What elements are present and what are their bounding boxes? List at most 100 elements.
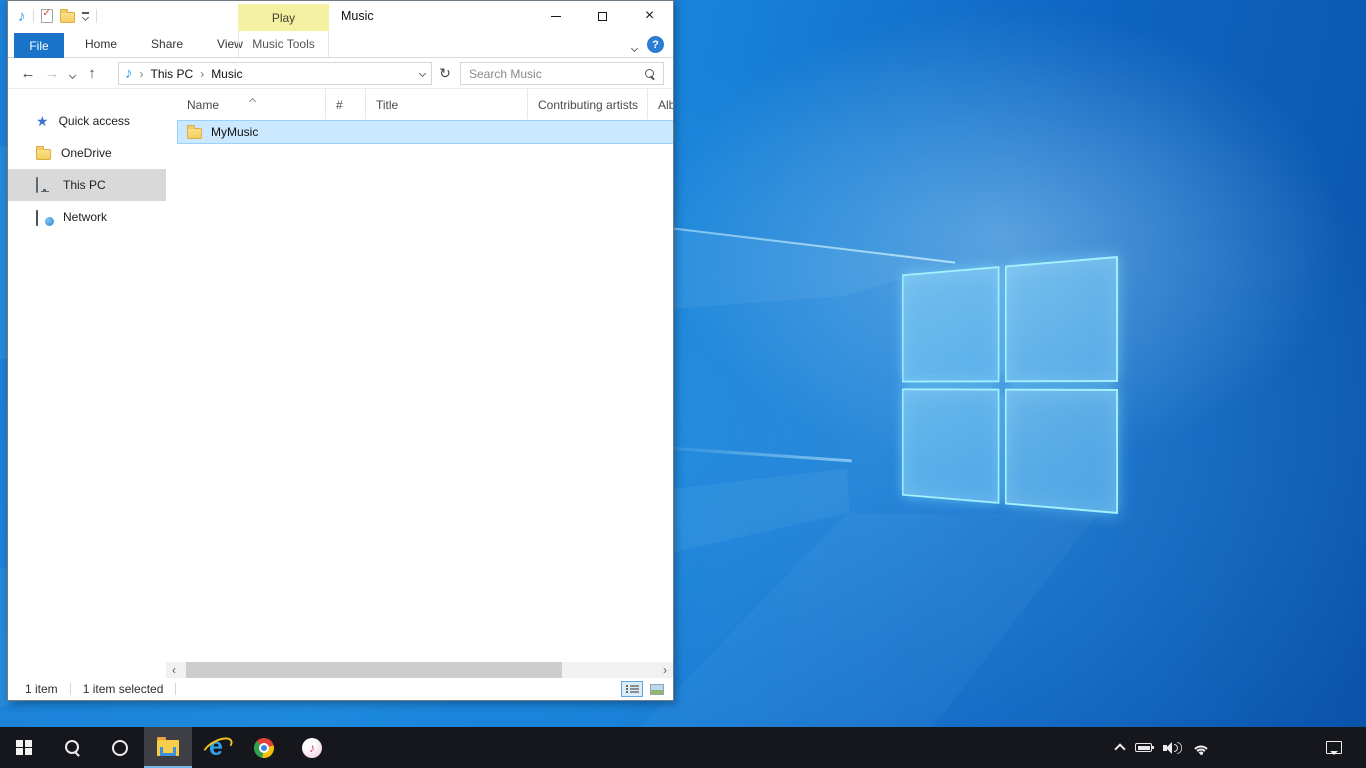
tab-play[interactable]: Play [238,4,329,31]
folder-icon [187,128,202,139]
breadcrumb-this-pc[interactable]: This PC [151,67,194,81]
tab-share[interactable]: Share [134,31,200,57]
windows-logo-pane [902,266,999,382]
wifi-icon[interactable] [1192,741,1210,755]
sidebar-item-label: Quick access [59,114,130,128]
tab-home[interactable]: Home [68,31,134,57]
close-button[interactable]: × [626,1,673,31]
taskbar: e ♪ [0,727,1366,768]
horizontal-scrollbar[interactable]: ‹ › [166,662,673,678]
up-button[interactable]: ↑ [80,66,104,81]
address-bar[interactable]: ♪ › This PC › Music [118,62,432,85]
chevron-right-icon: › [200,67,204,81]
file-row-mymusic[interactable]: MyMusic [177,120,673,144]
refresh-button[interactable]: ↻ [436,62,454,85]
action-center-button[interactable] [1314,727,1354,768]
search-input[interactable] [469,67,639,81]
search-icon [65,740,80,755]
minimize-button[interactable] [532,1,579,31]
address-bar-row: ← → ↑ ♪ › This PC › Music ↻ [8,58,673,89]
computer-monitor-icon [36,178,53,192]
sidebar-item-network[interactable]: Network [8,201,166,233]
properties-button[interactable]: ✓ [41,9,53,23]
navigation-buttons: ← → ↑ [16,58,104,89]
file-explorer-taskbar-button[interactable] [144,727,192,768]
sidebar-item-label: OneDrive [61,146,112,160]
ribbon-tab-row: File Home Share View Music Tools ? [8,31,673,58]
thumbnails-view-button[interactable] [646,681,668,697]
desktop: ♪ ✓ Play Music × File Home Share View [0,0,1366,768]
chevron-down-icon [68,71,75,78]
title-bar: ♪ ✓ Play Music × [8,1,673,31]
itunes-taskbar-button[interactable]: ♪ [288,727,336,768]
details-view-button[interactable] [621,681,643,697]
sidebar-item-this-pc[interactable]: This PC [8,169,166,201]
scroll-left-arrow[interactable]: ‹ [166,662,182,678]
column-header-name[interactable]: Name [177,89,326,119]
sidebar-item-onedrive[interactable]: OneDrive [8,137,166,169]
music-note-icon: ♪ [309,741,315,755]
selection-status: 1 item selected [83,682,164,696]
toolbar-separator [96,9,97,23]
tab-file[interactable]: File [14,33,64,58]
chrome-icon [254,738,274,758]
recent-locations-button[interactable] [64,67,80,81]
explorer-window: ♪ ✓ Play Music × File Home Share View [7,0,674,701]
sidebar-item-quick-access[interactable]: ★ Quick access [8,105,166,137]
column-header-contributing-artists[interactable]: Contributing artists [528,89,648,119]
windows-logo-pane [1005,388,1118,514]
sidebar-item-label: This PC [63,178,106,192]
file-explorer-icon [157,740,179,756]
breadcrumb-music[interactable]: Music [211,67,242,81]
windows-start-icon [16,740,32,756]
taskbar-search-button[interactable] [48,727,96,768]
quick-access-toolbar: ♪ ✓ [18,1,97,31]
scrollbar-thumb[interactable] [186,662,562,678]
search-icon[interactable] [645,69,655,79]
battery-icon[interactable] [1135,743,1152,752]
minimize-icon [551,16,561,17]
column-header-title[interactable]: Title [366,89,528,119]
status-bar: 1 item 1 item selected [8,678,673,700]
internet-explorer-taskbar-button[interactable]: e [192,727,240,768]
chevron-down-icon [631,45,638,52]
forward-button[interactable]: → [40,66,64,81]
maximize-button[interactable] [579,1,626,31]
chrome-taskbar-button[interactable] [240,727,288,768]
navigation-pane: ★ Quick access OneDrive This PC Network [8,89,166,678]
system-tray [1116,727,1210,768]
details-view-icon [626,685,639,687]
file-list-pane: Name # Title Contributing artists Alb My… [166,89,673,662]
help-button[interactable]: ? [647,36,664,53]
network-computer-icon [36,211,53,224]
new-folder-button[interactable] [60,12,75,23]
contextual-group-music-tools: Music Tools [238,31,329,57]
column-header-number[interactable]: # [326,89,366,119]
search-box[interactable] [460,62,664,85]
address-dropdown-icon[interactable] [419,70,426,77]
window-title: Music [341,1,374,31]
cortana-button[interactable] [96,727,144,768]
hidden-icons-chevron[interactable] [1114,743,1125,754]
collapse-ribbon-button[interactable] [632,40,637,54]
windows-logo-pane [1005,256,1118,382]
refresh-icon: ↻ [439,65,451,82]
toolbar-separator [33,9,34,23]
cortana-circle-icon [112,740,128,756]
close-icon: × [645,7,654,25]
customize-quick-access-button[interactable] [82,12,89,20]
address-music-note-icon: ♪ [125,66,133,81]
start-button[interactable] [0,727,48,768]
volume-icon[interactable] [1163,741,1181,755]
back-button[interactable]: ← [16,66,40,81]
status-separator [175,683,176,695]
maximize-icon [598,12,607,21]
ribbon-tabs: Home Share View [68,31,260,57]
column-header-album[interactable]: Alb [648,89,673,119]
view-toggle-buttons [621,681,668,697]
window-music-note-icon: ♪ [18,9,26,24]
scroll-right-arrow[interactable]: › [657,662,673,678]
scrollbar-track[interactable] [182,662,657,678]
internet-explorer-icon: e [202,735,230,761]
caption-buttons: × [532,1,673,31]
